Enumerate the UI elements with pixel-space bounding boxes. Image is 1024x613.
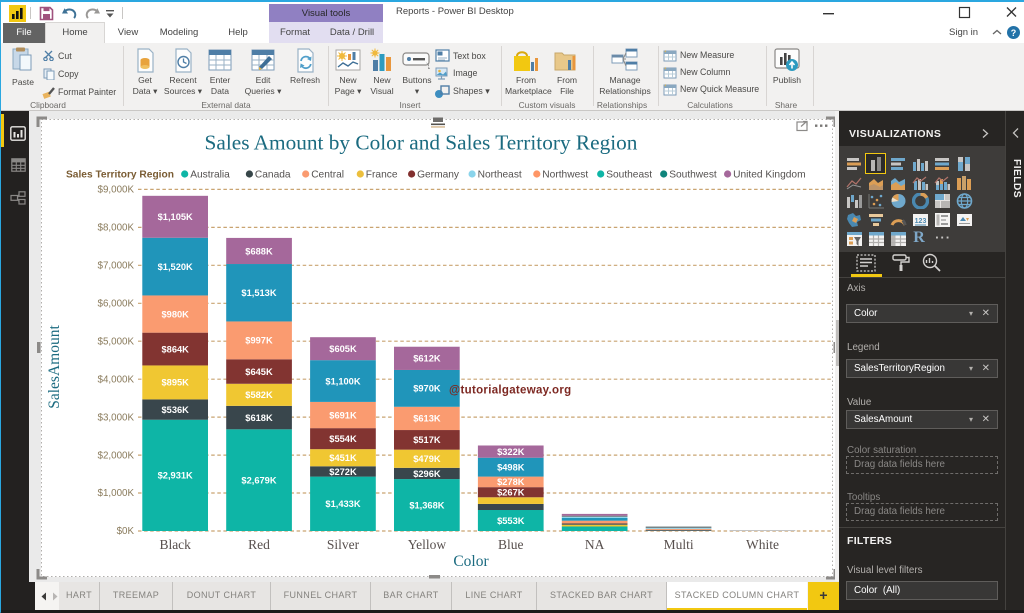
svg-text:FIELDS: FIELDS [1011,159,1022,198]
svg-text:123: 123 [914,218,926,225]
